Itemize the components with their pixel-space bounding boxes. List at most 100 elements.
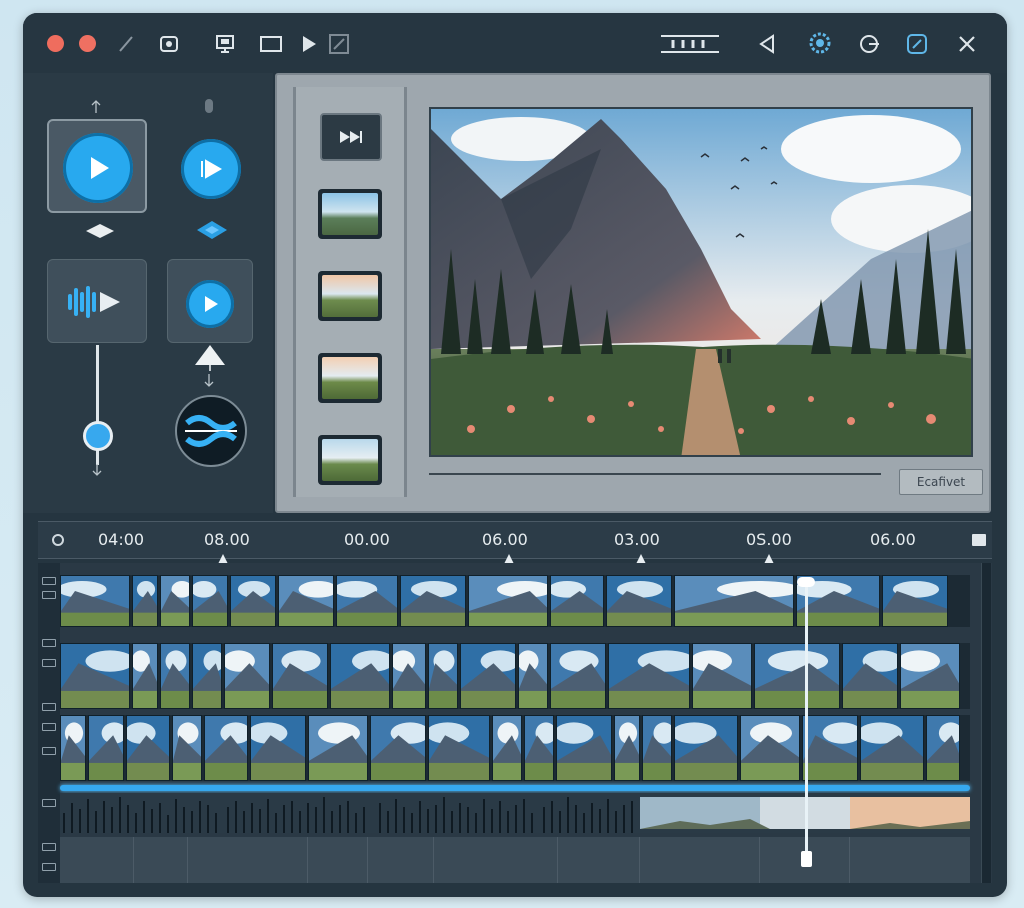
clip-thumbnail[interactable] — [60, 715, 86, 781]
clip-thumbnail[interactable] — [60, 575, 130, 627]
clip-thumbnail[interactable] — [842, 643, 898, 709]
clip-thumbnail[interactable] — [250, 715, 306, 781]
clip-thumbnail[interactable] — [926, 715, 960, 781]
track-toggle-2[interactable] — [42, 591, 56, 599]
preview-play-tool[interactable] — [167, 259, 253, 343]
timeline-menu-icon[interactable] — [972, 534, 986, 546]
clip-thumbnail[interactable] — [370, 715, 426, 781]
back-triangle-icon[interactable] — [755, 32, 779, 56]
close-icon[interactable] — [955, 32, 979, 56]
clip-thumbnail[interactable] — [606, 575, 672, 627]
clip-thumbnail[interactable] — [132, 643, 158, 709]
clip-thumbnail[interactable] — [460, 643, 516, 709]
rectangle-icon[interactable] — [259, 32, 283, 56]
track-toggle-8[interactable] — [42, 799, 56, 807]
playhead-handle[interactable] — [797, 577, 815, 587]
empty-track[interactable] — [60, 837, 970, 883]
clip-thumbnail[interactable] — [740, 715, 800, 781]
clip-thumbnail[interactable] — [900, 643, 960, 709]
thumbnail-4[interactable] — [318, 435, 382, 485]
clip-thumbnail[interactable] — [692, 643, 752, 709]
vertical-scrollbar[interactable] — [981, 563, 991, 883]
clip-thumbnail[interactable] — [674, 575, 794, 627]
playhead-bottom-handle[interactable] — [801, 851, 812, 867]
clip-thumbnail[interactable] — [492, 715, 522, 781]
clip-thumbnail[interactable] — [608, 643, 690, 709]
clip-thumbnail[interactable] — [132, 575, 158, 627]
clip-thumbnail[interactable] — [230, 575, 276, 627]
video-viewer[interactable] — [429, 107, 973, 457]
track-toggle-10[interactable] — [42, 863, 56, 871]
clip-thumbnail[interactable] — [428, 715, 490, 781]
track-toggle-3[interactable] — [42, 639, 56, 647]
minimize-window-button[interactable] — [79, 35, 96, 52]
clip-thumbnail[interactable] — [224, 643, 270, 709]
record-icon[interactable] — [157, 32, 181, 56]
clip-thumbnail[interactable] — [330, 643, 390, 709]
clip-thumbnail[interactable] — [172, 715, 202, 781]
track-toggle-4[interactable] — [42, 659, 56, 667]
track-toggle-1[interactable] — [42, 577, 56, 585]
track-toggle-9[interactable] — [42, 843, 56, 851]
zoom-out-icon[interactable] — [52, 534, 64, 546]
thumbnail-1[interactable] — [318, 189, 382, 239]
audio-play-tool[interactable] — [47, 259, 147, 343]
clip-thumbnail[interactable] — [400, 575, 466, 627]
thumbnail-3[interactable] — [318, 353, 382, 403]
video-track-3[interactable] — [60, 715, 970, 781]
track-toggle-5[interactable] — [42, 703, 56, 711]
clip-thumbnail[interactable] — [60, 643, 130, 709]
clip-thumbnail[interactable] — [556, 715, 612, 781]
monitor-icon[interactable] — [213, 32, 237, 56]
clip-thumbnail[interactable] — [642, 715, 672, 781]
track-toggle-6[interactable] — [42, 723, 56, 731]
clip-thumbnail[interactable] — [308, 715, 368, 781]
clip-thumbnail[interactable] — [802, 715, 858, 781]
clip-thumbnail[interactable] — [160, 643, 190, 709]
clip-thumbnail[interactable] — [160, 575, 190, 627]
edit-icon[interactable] — [905, 32, 929, 56]
clip-thumbnail[interactable] — [126, 715, 170, 781]
close-window-button[interactable] — [47, 35, 64, 52]
clip-thumbnail[interactable] — [336, 575, 398, 627]
clip-thumbnail[interactable] — [428, 643, 458, 709]
pencil-icon[interactable] — [115, 32, 139, 56]
video-track-1[interactable] — [60, 575, 970, 627]
clip-thumbnail[interactable] — [860, 715, 924, 781]
clip-thumbnail[interactable] — [614, 715, 640, 781]
clip-thumbnail[interactable] — [192, 575, 228, 627]
preview-scrub-bar[interactable] — [429, 473, 881, 475]
clip-thumbnail[interactable] — [204, 715, 248, 781]
clip-thumbnail[interactable] — [524, 715, 554, 781]
clip-thumbnail[interactable] — [468, 575, 548, 627]
clip-thumbnail[interactable] — [272, 643, 328, 709]
slider-ruler-icon[interactable] — [659, 32, 721, 56]
thumbnail-2[interactable] — [318, 271, 382, 321]
clip-thumbnail[interactable] — [674, 715, 738, 781]
refresh-icon[interactable] — [857, 32, 881, 56]
timeline-ruler[interactable]: 04:00 08.00 00.00 06.00 03.00 0S.00 06.0… — [38, 521, 992, 564]
clip-thumbnail[interactable] — [550, 575, 604, 627]
clip-thumbnail[interactable] — [192, 643, 222, 709]
timeline-progress-bar[interactable] — [60, 785, 970, 791]
clip-thumbnail[interactable] — [882, 575, 948, 627]
fast-play-tool[interactable] — [181, 139, 241, 199]
track-toggle-7[interactable] — [42, 747, 56, 755]
audio-track[interactable] — [60, 793, 970, 833]
clip-thumbnail[interactable] — [278, 575, 334, 627]
clip-thumbnail[interactable] — [88, 715, 124, 781]
play-icon[interactable] — [297, 32, 321, 56]
clip-thumbnail[interactable] — [754, 643, 840, 709]
crop-icon[interactable] — [327, 32, 351, 56]
video-track-2[interactable] — [60, 643, 970, 709]
skip-forward-button[interactable] — [320, 113, 382, 161]
split-tool[interactable] — [175, 395, 247, 467]
playhead[interactable] — [797, 577, 815, 867]
play-tool[interactable] — [47, 119, 147, 213]
volume-slider-knob[interactable] — [83, 421, 113, 451]
clip-thumbnail[interactable] — [392, 643, 426, 709]
settings-gear-icon[interactable] — [805, 28, 835, 58]
effect-button[interactable]: Ecafivet — [899, 469, 983, 495]
clip-thumbnail[interactable] — [518, 643, 548, 709]
clip-thumbnail[interactable] — [550, 643, 606, 709]
